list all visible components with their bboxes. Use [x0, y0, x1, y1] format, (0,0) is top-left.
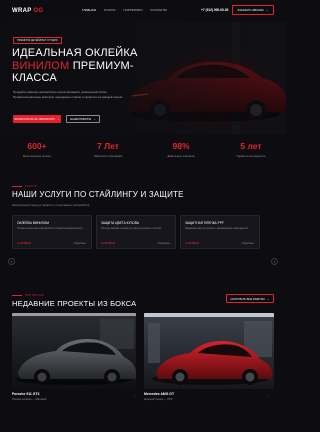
- project-name: Mercedes AMG GT: [144, 392, 175, 396]
- section-accent-line: [12, 186, 22, 187]
- section-accent-line: [12, 295, 22, 296]
- main-nav: ГЛАВНАЯ УСЛУГИ ПОРТФОЛИО КОНТАКТЫ: [82, 8, 167, 12]
- book-service-label: ЗАПИСАТЬСЯ НА ОБРАБОТКУ: [14, 117, 55, 121]
- book-service-button[interactable]: ЗАПИСАТЬСЯ НА ОБРАБОТКУ →: [13, 115, 61, 123]
- view-all-works-button[interactable]: СМОТРЕТЬ ВСЕ РАБОТЫ →: [226, 294, 274, 303]
- logo-main: WRAP: [12, 8, 32, 14]
- arrow-right-icon: →: [93, 117, 96, 121]
- projects-kicker: ПОРТФОЛИО: [25, 293, 45, 297]
- stat-value: 98%: [172, 141, 190, 151]
- our-works-button[interactable]: НАШИ РАБОТЫ →: [66, 115, 100, 123]
- projects-title: НЕДАВНИЕ ПРОЕКТЫ ИЗ БОКСА: [12, 299, 137, 308]
- service-card[interactable]: ЗАЩИТНАЯ ПЛЁНКА PPF Надёжная защита кузо…: [180, 215, 260, 249]
- hero-title-line1: ИДЕАЛЬНАЯ ОКЛЕЙКА: [12, 47, 138, 59]
- project-caption: Porsche 911 GT3 Полная оклейка — Матовый: [12, 392, 46, 401]
- hero-title-line3: КЛАССА: [12, 72, 57, 84]
- callback-button-label: ЗАКАЗАТЬ ЗВОНОК: [237, 8, 264, 12]
- carousel-next-button[interactable]: ›: [271, 258, 278, 265]
- header: WRAP OG ГЛАВНАЯ УСЛУГИ ПОРТФОЛИО КОНТАКТ…: [0, 0, 286, 22]
- project-name: Porsche 911 GT3: [12, 392, 40, 396]
- stat-item: 98% Довольных клиентов: [146, 141, 216, 159]
- service-card-desc: Надёжная защита кузова от механических п…: [185, 227, 249, 230]
- nav-item-home[interactable]: ГЛАВНАЯ: [82, 8, 96, 12]
- services-kicker: УСЛУГИ: [25, 184, 37, 188]
- service-card-title: ЗАЩИТНАЯ ПЛЁНКА PPF: [185, 221, 224, 225]
- nav-item-services[interactable]: УСЛУГИ: [104, 8, 116, 12]
- hero-title-accent: ВИНИЛОМ: [12, 59, 70, 72]
- service-card-more-link[interactable]: Подробнее: [158, 242, 170, 245]
- nav-item-portfolio[interactable]: ПОРТФОЛИО: [123, 8, 142, 12]
- service-card[interactable]: ОКЛЕЙКА ВИНИЛОМ Полная смена цвета автом…: [12, 215, 92, 249]
- stats-bar: 600+ Выполненных оклеек 7 Лет Работаем с…: [0, 142, 286, 166]
- service-card-desc: Полная смена цвета автомобиля плёнкой пр…: [17, 227, 83, 230]
- chevron-left-icon: ‹: [10, 259, 13, 264]
- arrow-right-icon[interactable]: ›: [268, 393, 269, 398]
- logo-accent: OG: [33, 8, 44, 14]
- project-subtitle: Красный глянец — PPF: [144, 398, 173, 401]
- stat-value: 600+: [27, 141, 47, 151]
- services-carousel: ОКЛЕЙКА ВИНИЛОМ Полная смена цвета автом…: [12, 215, 260, 249]
- chevron-right-icon: ›: [273, 259, 276, 264]
- services-title: НАШИ УСЛУГИ ПО СТАЙЛИНГУ И ЗАЩИТЕ: [12, 190, 184, 199]
- service-card-price: от 80 000 ₽: [101, 242, 115, 245]
- project-image-porsche[interactable]: [12, 313, 136, 389]
- service-card-more-link[interactable]: Подробнее: [242, 242, 254, 245]
- project-image-mercedes[interactable]: [144, 313, 274, 389]
- stat-value: 7 Лет: [97, 141, 119, 151]
- hero-badge: ПРЕМИУМ ДЕТЕЙЛИНГ СТУДИЯ: [13, 37, 62, 44]
- stat-label: Выполненных оклеек: [23, 154, 51, 158]
- mercedes-car-image: [144, 313, 274, 389]
- hero-description: Придайте вашему автомобилю неповторимый …: [13, 90, 124, 99]
- hero-title-line2: ПРЕМИУМ-: [72, 59, 134, 72]
- porsche-car-image: [12, 313, 136, 389]
- arrow-right-icon: →: [265, 8, 269, 12]
- stat-label: Довольных клиентов: [167, 154, 195, 158]
- arrow-right-icon: →: [266, 296, 270, 301]
- stat-item: 5 лет Гарантия на покрытие: [216, 141, 286, 159]
- view-all-works-label: СМОТРЕТЬ ВСЕ РАБОТЫ: [230, 296, 265, 301]
- phone-number[interactable]: +7 (912) 000-00-00: [201, 8, 228, 12]
- service-card-more-link[interactable]: Подробнее: [74, 242, 86, 245]
- service-card-desc: Полиуретановая плёнка для защиты кузова …: [101, 227, 162, 230]
- carousel-prev-button[interactable]: ‹: [8, 258, 15, 265]
- services-subtitle: Комплексный подход к защите и стилю ваше…: [12, 203, 91, 207]
- callback-button[interactable]: ЗАКАЗАТЬ ЗВОНОК →: [232, 5, 274, 15]
- service-card-title: ОКЛЕЙКА ВИНИЛОМ: [17, 221, 49, 225]
- project-caption: Mercedes AMG GT Красный глянец — PPF: [144, 392, 174, 401]
- logo[interactable]: WRAP OG: [12, 8, 43, 14]
- service-card-price: от 60 000 ₽: [185, 242, 199, 245]
- stat-item: 600+ Выполненных оклеек: [2, 141, 72, 159]
- nav-item-contacts[interactable]: КОНТАКТЫ: [151, 8, 167, 12]
- hero-section: ПРЕМИУМ ДЕТЕЙЛИНГ СТУДИЯ ИДЕАЛЬНАЯ ОКЛЕЙ…: [0, 22, 286, 134]
- our-works-label: НАШИ РАБОТЫ: [70, 117, 92, 121]
- hero-title: ИДЕАЛЬНАЯ ОКЛЕЙКА ВИНИЛОМ ПРЕМИУМ- КЛАСС…: [12, 47, 182, 85]
- service-card-price: от 90 000 ₽: [17, 242, 31, 245]
- stat-label: Гарантия на покрытие: [236, 154, 266, 158]
- stat-item: 7 Лет Работаем с брендами: [73, 141, 143, 159]
- service-card-title: ЗАЩИТА ЦВЕТА КУЗОВА: [101, 221, 140, 225]
- service-card[interactable]: ЗАЩИТА ЦВЕТА КУЗОВА Полиуретановая плёнк…: [96, 215, 176, 249]
- stat-label: Работаем с брендами: [93, 154, 123, 158]
- stat-value: 5 лет: [240, 141, 262, 151]
- arrow-right-icon[interactable]: ›: [134, 393, 135, 398]
- arrow-right-icon: →: [57, 117, 60, 121]
- project-subtitle: Полная оклейка — Матовый: [12, 398, 47, 401]
